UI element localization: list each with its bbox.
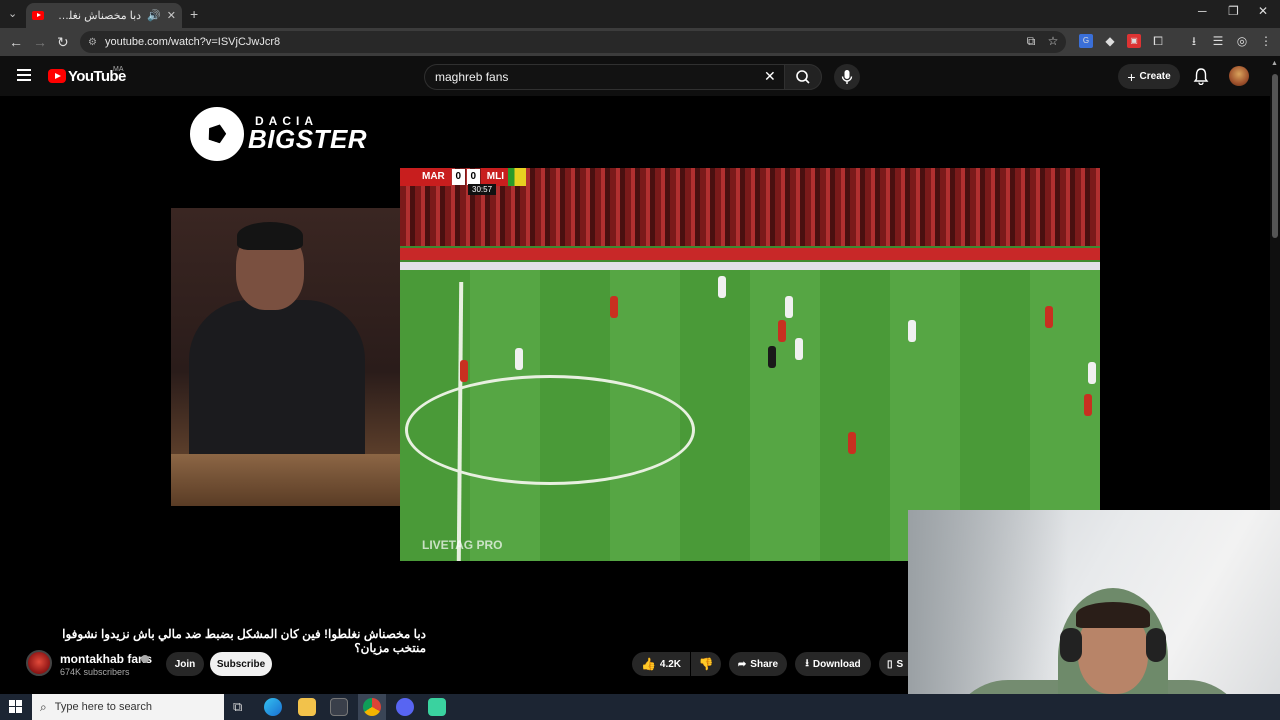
youtube-favicon-icon <box>32 11 44 20</box>
thumbs-down-icon: 👎 <box>698 657 714 671</box>
extension-diamond-icon[interactable]: ◆ <box>1103 34 1117 48</box>
streaming-app-icon[interactable] <box>428 698 446 716</box>
clear-search-icon[interactable]: ✕ <box>764 68 776 85</box>
task-view-icon[interactable]: ⧉ <box>233 699 242 715</box>
bookmark-icon: ▯ <box>887 658 893 670</box>
voice-search-button[interactable] <box>834 64 860 90</box>
match-footage: MAR 0 0 MLI 30:57 LIVETAG PRO <box>400 168 1100 561</box>
video-title: دبا مخصناش نغلطوا! فين كان المشكل بضبط ض… <box>62 627 426 655</box>
livetag-watermark: LIVETAG PRO <box>422 538 503 552</box>
search-button[interactable] <box>784 64 822 90</box>
share-arrow-icon: ➦ <box>737 658 747 670</box>
taskbar-search-placeholder: Type here to search <box>54 701 152 713</box>
football-logo-icon <box>190 107 244 161</box>
back-arrow-icon[interactable]: ← <box>9 34 23 50</box>
match-clock: 30:57 <box>468 184 497 195</box>
like-count: 4.2K <box>659 658 682 670</box>
scorebug: MAR 0 0 MLI <box>400 168 526 186</box>
tab-youtube-video[interactable]: دبا مخصناش نغلطوا! فين كا 🔊 ✕ <box>26 3 182 28</box>
page-scrollbar-thumb[interactable] <box>1272 74 1278 238</box>
url-text: youtube.com/watch?v=ISVjCJwJcr8 <box>104 36 281 48</box>
file-explorer-icon[interactable] <box>298 698 316 716</box>
store-icon[interactable] <box>330 698 348 716</box>
extensions-puzzle-icon[interactable]: ⧠ <box>1151 34 1165 48</box>
tab-close-icon[interactable]: ✕ <box>167 9 176 22</box>
youtube-logo-icon[interactable] <box>48 69 66 83</box>
scroll-up-icon[interactable]: ▲ <box>1271 60 1278 67</box>
streamer-camera-feed <box>171 208 401 506</box>
tab-title: دبا مخصناش نغلطوا! فين كا <box>50 10 142 22</box>
channel-name[interactable]: montakhab fans <box>60 652 152 666</box>
bookmark-star-icon[interactable]: ☆ <box>1046 34 1060 48</box>
minimize-button[interactable]: ─ <box>1198 4 1207 18</box>
taskbar-search-icon: ⌕ <box>40 699 47 714</box>
thumbs-up-icon: 👍 <box>640 657 656 671</box>
verified-badge-icon <box>141 655 149 663</box>
reading-list-icon[interactable]: ☰ <box>1211 34 1225 48</box>
create-label: Create <box>1139 71 1171 82</box>
site-info-icon[interactable]: ⚙ <box>88 37 97 48</box>
share-label: Share <box>750 658 779 670</box>
install-app-icon[interactable]: ⧉ <box>1024 34 1038 48</box>
chrome-icon[interactable] <box>363 698 381 716</box>
away-score: 0 <box>466 169 480 185</box>
notifications-bell-icon[interactable] <box>1193 67 1209 90</box>
microphone-icon <box>841 70 853 84</box>
download-icon: ⭳ <box>805 657 809 669</box>
windows-start-icon[interactable] <box>9 700 22 718</box>
region-code: MA <box>113 66 124 73</box>
browser-menu-icon[interactable]: ⋮ <box>1259 34 1273 48</box>
search-icon <box>796 70 810 84</box>
download-button[interactable]: ⭳ Download <box>795 652 871 676</box>
home-score: 0 <box>451 169 465 185</box>
channel-avatar[interactable] <box>26 650 52 676</box>
close-window-button[interactable]: ✕ <box>1258 4 1268 18</box>
share-button[interactable]: ➦ Share <box>729 652 787 676</box>
translate-extension-icon[interactable]: G <box>1079 34 1093 48</box>
audio-playing-icon[interactable]: 🔊 <box>147 9 161 22</box>
plus-icon: + <box>1127 68 1136 85</box>
address-bar[interactable]: ⚙ youtube.com/watch?v=ISVjCJwJcr8 <box>80 31 1066 53</box>
dislike-button[interactable]: 👎 <box>691 652 721 676</box>
restore-button[interactable]: ❐ <box>1228 4 1239 18</box>
webcam-overlay <box>908 510 1280 720</box>
account-avatar[interactable] <box>1229 66 1249 86</box>
create-button[interactable]: + Create <box>1118 64 1180 89</box>
sponsor-brand-name: BIGSTER <box>248 124 368 154</box>
like-button[interactable]: 👍 4.2K <box>632 652 690 676</box>
join-button[interactable]: Join <box>166 652 204 676</box>
home-team: MAR <box>400 168 451 186</box>
downloads-icon[interactable]: ⭳ <box>1187 34 1201 48</box>
save-label: S <box>896 658 904 670</box>
extension-red-icon[interactable]: ▣ <box>1127 34 1141 48</box>
search-input[interactable]: maghreb fans <box>424 64 784 90</box>
hamburger-menu-icon[interactable] <box>17 69 31 81</box>
reload-icon[interactable]: ↻ <box>57 34 69 51</box>
tab-search-chevron-icon[interactable]: ⌄ <box>8 7 17 20</box>
profile-icon[interactable]: ◎ <box>1235 34 1249 48</box>
edge-icon[interactable] <box>264 698 282 716</box>
new-tab-button[interactable]: + <box>190 6 198 22</box>
subscriber-count: 674K subscribers <box>60 667 130 677</box>
taskbar-search-input[interactable]: ⌕ Type here to search <box>32 694 224 720</box>
discord-icon[interactable] <box>396 698 414 716</box>
download-label: Download <box>812 658 861 670</box>
subscribe-button[interactable]: Subscribe <box>210 652 272 676</box>
forward-arrow-icon[interactable]: → <box>33 34 47 50</box>
